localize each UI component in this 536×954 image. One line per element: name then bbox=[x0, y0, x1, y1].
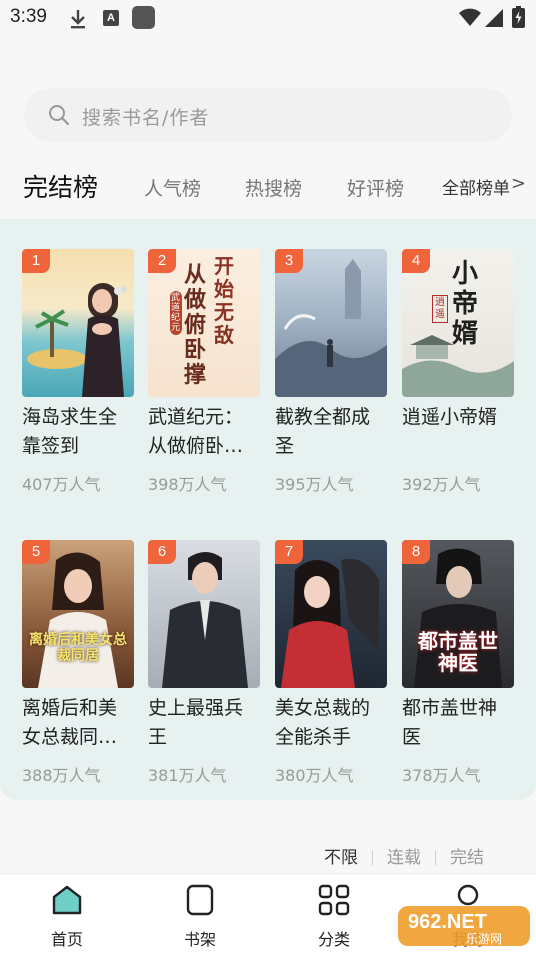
chevron-right-icon: > bbox=[510, 173, 526, 194]
book-cover[interactable]: 2 从做俯卧撑 开始无敌 武道纪元 bbox=[148, 249, 260, 397]
app-notification-icon bbox=[132, 6, 155, 29]
ranking-tabs: 完结榜 人气榜 热搜榜 好评榜 全部榜单 > bbox=[0, 164, 536, 208]
rank-badge: 7 bbox=[275, 540, 303, 564]
rank-badge: 6 bbox=[148, 540, 176, 564]
book-title: 史上最强兵王 bbox=[148, 697, 244, 748]
cover-title-line2: 神医 bbox=[438, 651, 478, 675]
cover-title: 从做俯卧撑 bbox=[184, 262, 207, 388]
book-card[interactable]: 5 离婚后和美女总裁同居 离婚后和美女总裁同居… 388万人气 bbox=[22, 540, 134, 786]
search-icon bbox=[49, 105, 70, 126]
book-title: 美女总裁的全能杀手 bbox=[275, 697, 371, 748]
all-lists-link[interactable]: 全部榜单 bbox=[442, 174, 510, 199]
book-card[interactable]: 8 都市盖世 神医 都市盖世神医 378万人气 bbox=[402, 540, 514, 786]
book-cover[interactable]: 8 都市盖世 神医 bbox=[402, 540, 514, 688]
book-cover[interactable]: 4 小帝婿 逍遥 bbox=[402, 249, 514, 397]
nav-label: 分类 bbox=[317, 930, 350, 949]
book-title: 离婚后和美女总裁同居… bbox=[22, 697, 118, 748]
book-popularity: 381万人气 bbox=[148, 766, 227, 785]
download-icon bbox=[71, 10, 85, 29]
book-title: 海岛求生全靠签到 bbox=[22, 406, 118, 457]
signal-icon bbox=[485, 9, 503, 27]
tab-completed[interactable]: 完结榜 bbox=[23, 168, 98, 204]
rank-badge: 8 bbox=[402, 540, 430, 564]
book-popularity: 380万人气 bbox=[275, 766, 354, 785]
book-popularity: 398万人气 bbox=[148, 475, 227, 494]
app-a-icon: A bbox=[103, 10, 119, 26]
book-cover[interactable]: 6 bbox=[148, 540, 260, 688]
battery-icon bbox=[512, 6, 525, 28]
book-card[interactable]: 7 美女总裁的全能杀手 380万人气 bbox=[275, 540, 387, 786]
watermark-sub: 乐游网 bbox=[466, 932, 502, 946]
book-card[interactable]: 6 史上最强兵王 381万人气 bbox=[148, 540, 260, 786]
filter-divider bbox=[372, 851, 373, 865]
book-ranking-panel: 1 海岛求生全靠签到 407万人气 2 从做俯卧撑 开始无敌 武道纪元 武道纪元… bbox=[0, 219, 536, 800]
tab-popular[interactable]: 人气榜 bbox=[144, 174, 201, 201]
book-card[interactable]: 2 从做俯卧撑 开始无敌 武道纪元 武道纪元：从做俯卧撑开始无敌 398万人气 bbox=[148, 249, 260, 495]
book-cover[interactable]: 5 离婚后和美女总裁同居 bbox=[22, 540, 134, 688]
book-popularity: 395万人气 bbox=[275, 475, 354, 494]
nav-bookshelf[interactable]: 书架 bbox=[160, 882, 240, 950]
cover-title: 开始无敌 bbox=[214, 254, 234, 347]
rank-badge: 4 bbox=[402, 249, 430, 273]
status-filter: 不限 连载 完结 bbox=[324, 843, 484, 868]
book-title: 逍遥小帝婿 bbox=[402, 406, 498, 428]
book-popularity: 392万人气 bbox=[402, 475, 481, 494]
rank-badge: 2 bbox=[148, 249, 176, 273]
book-popularity: 388万人气 bbox=[22, 766, 101, 785]
book-popularity: 407万人气 bbox=[22, 475, 101, 494]
watermark-logo: 962.NET 乐游网 bbox=[398, 906, 530, 946]
home-icon bbox=[52, 885, 82, 915]
status-time: 3:39 bbox=[10, 6, 47, 27]
status-bar: 3:39 A bbox=[0, 0, 536, 36]
cover-title: 离婚后和美女总裁同居 bbox=[29, 632, 127, 664]
book-title: 武道纪元：从做俯卧撑开始无敌 bbox=[148, 406, 244, 457]
book-popularity: 378万人气 bbox=[402, 766, 481, 785]
wifi-icon bbox=[459, 8, 481, 26]
rank-badge: 3 bbox=[275, 249, 303, 273]
rank-badge: 1 bbox=[22, 249, 50, 273]
search-placeholder: 搜索书名/作者 bbox=[82, 107, 210, 129]
filter-ongoing[interactable]: 连载 bbox=[387, 843, 421, 868]
filter-completed[interactable]: 完结 bbox=[450, 843, 484, 868]
cover-title-line1: 都市盖世 bbox=[418, 629, 498, 653]
book-title: 截教全都成圣 bbox=[275, 406, 371, 457]
book-cover[interactable]: 1 bbox=[22, 249, 134, 397]
search-input[interactable]: 搜索书名/作者 bbox=[24, 88, 512, 142]
bookshelf-icon bbox=[186, 884, 214, 916]
book-cover[interactable]: 7 bbox=[275, 540, 387, 688]
rank-badge: 5 bbox=[22, 540, 50, 564]
filter-divider bbox=[435, 851, 436, 865]
nav-home[interactable]: 首页 bbox=[27, 882, 107, 950]
cover-tag: 武道纪元 bbox=[170, 291, 182, 335]
book-card[interactable]: 1 海岛求生全靠签到 407万人气 bbox=[22, 249, 134, 495]
nav-category[interactable]: 分类 bbox=[294, 882, 374, 950]
book-card[interactable]: 3 截教全都成圣 395万人气 bbox=[275, 249, 387, 495]
tab-top-rated[interactable]: 好评榜 bbox=[347, 174, 404, 201]
cover-title: 都市盖世 神医 bbox=[406, 630, 510, 674]
nav-label: 首页 bbox=[50, 930, 83, 949]
watermark-text: 962.NET bbox=[408, 911, 487, 933]
tab-hot-search[interactable]: 热搜榜 bbox=[245, 174, 302, 201]
category-icon bbox=[318, 884, 350, 916]
book-title: 都市盖世神医 bbox=[402, 697, 498, 748]
filter-all[interactable]: 不限 bbox=[324, 843, 358, 868]
nav-label: 书架 bbox=[183, 930, 216, 949]
book-card[interactable]: 4 小帝婿 逍遥 逍遥小帝婿 392万人气 bbox=[402, 249, 514, 495]
book-cover[interactable]: 3 bbox=[275, 249, 387, 397]
